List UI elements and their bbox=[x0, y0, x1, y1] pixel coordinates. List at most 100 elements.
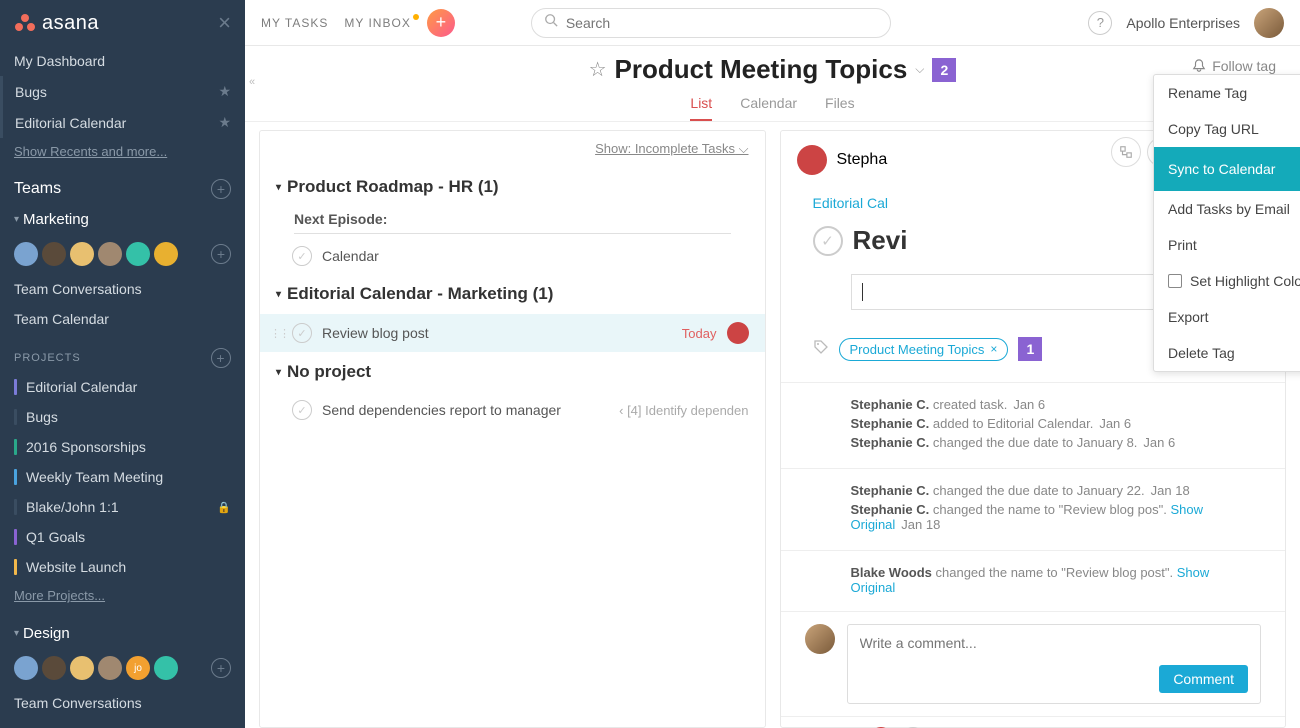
sidebar-project-item[interactable]: Editorial Calendar bbox=[0, 372, 245, 402]
project-color-bar bbox=[14, 469, 17, 485]
avatar[interactable] bbox=[126, 242, 150, 266]
tab-list[interactable]: List bbox=[690, 95, 712, 121]
page-header: ☆ Product Meeting Topics ⌵ 2 Follow tag … bbox=[245, 46, 1300, 122]
sidebar-team-calendar[interactable]: Team Calendar bbox=[0, 304, 245, 334]
add-member-icon[interactable]: + bbox=[211, 244, 231, 264]
search-input[interactable] bbox=[566, 15, 878, 31]
sidebar-starred-bugs[interactable]: Bugs★ bbox=[0, 76, 245, 107]
add-project-icon[interactable]: + bbox=[211, 348, 231, 368]
user-avatar[interactable] bbox=[1254, 8, 1284, 38]
commenter-avatar bbox=[805, 624, 835, 654]
show-filter[interactable]: Show: Incomplete Tasks ⌵ bbox=[595, 141, 748, 157]
sidebar-close-icon[interactable]: × bbox=[218, 10, 231, 36]
dd-delete-tag[interactable]: Delete Tag bbox=[1154, 335, 1300, 371]
title-menu-caret-icon[interactable]: ⌵ bbox=[915, 62, 924, 77]
project-color-bar bbox=[14, 439, 17, 455]
complete-task-check-icon[interactable]: ✓ bbox=[813, 226, 843, 256]
sidebar-project-item[interactable]: Q1 Goals bbox=[0, 522, 245, 552]
sidebar-starred-editorial[interactable]: Editorial Calendar★ bbox=[0, 107, 245, 138]
workspace-selector[interactable]: Apollo Enterprises bbox=[1126, 15, 1240, 31]
task-activity: Blake Woods changed the name to "Review … bbox=[781, 550, 1286, 599]
lock-icon: 🔒 bbox=[217, 501, 231, 514]
task-check-icon[interactable]: ✓ bbox=[292, 323, 312, 343]
dd-rename-tag[interactable]: Rename Tag bbox=[1154, 75, 1300, 111]
tab-files[interactable]: Files bbox=[825, 95, 855, 121]
dd-print[interactable]: Print bbox=[1154, 227, 1300, 263]
project-color-bar bbox=[14, 529, 17, 545]
favorite-star-icon[interactable]: ☆ bbox=[589, 57, 607, 82]
sidebar-project-item[interactable]: Weekly Team Meeting bbox=[0, 462, 245, 492]
task-row[interactable]: ✓ Calendar bbox=[260, 238, 765, 274]
sidebar-team-conversations[interactable]: Team Conversations bbox=[0, 274, 245, 304]
follow-tag-button[interactable]: Follow tag bbox=[1192, 58, 1276, 74]
drag-handle-icon[interactable]: ⋮⋮ bbox=[270, 327, 282, 340]
task-title[interactable]: Revi bbox=[853, 225, 908, 256]
team-marketing-avatars: + bbox=[0, 234, 245, 274]
dd-export[interactable]: Export› bbox=[1154, 299, 1300, 335]
avatar[interactable] bbox=[14, 656, 38, 680]
project-color-bar bbox=[14, 379, 17, 395]
tag-chip[interactable]: Product Meeting Topics× bbox=[839, 338, 1009, 361]
asana-logo[interactable]: asana bbox=[14, 12, 99, 35]
sidebar-my-dashboard[interactable]: My Dashboard bbox=[0, 46, 245, 76]
avatar[interactable] bbox=[42, 656, 66, 680]
dd-set-highlight-color[interactable]: Set Highlight Color› bbox=[1154, 263, 1300, 299]
tab-calendar[interactable]: Calendar bbox=[740, 95, 797, 121]
annotation-2: 2 bbox=[932, 58, 956, 82]
comment-button[interactable]: Comment bbox=[1159, 665, 1248, 693]
search-container bbox=[531, 8, 891, 38]
avatar[interactable] bbox=[154, 242, 178, 266]
team-design-avatars: jo + bbox=[0, 648, 245, 688]
help-icon[interactable]: ? bbox=[1088, 11, 1112, 35]
sidebar-team-conversations[interactable]: Team Conversations bbox=[0, 688, 245, 718]
sidebar-projects-header: PROJECTS + bbox=[0, 334, 245, 372]
comment-input[interactable] bbox=[860, 635, 1249, 655]
main: « MY TASKS MY INBOX + ? Apollo Enterpris… bbox=[245, 0, 1300, 728]
star-icon: ★ bbox=[218, 114, 231, 131]
add-member-icon[interactable]: + bbox=[211, 658, 231, 678]
remove-tag-icon[interactable]: × bbox=[990, 342, 997, 356]
sidebar-show-recents[interactable]: Show Recents and more... bbox=[0, 138, 245, 165]
sidebar-team-marketing[interactable]: ▾Marketing bbox=[0, 205, 245, 234]
task-project-link[interactable]: Editorial Cal bbox=[813, 195, 888, 211]
star-icon: ★ bbox=[218, 83, 231, 100]
sidebar-team-design[interactable]: ▾Design bbox=[0, 619, 245, 648]
section-no-project[interactable]: ▾No project bbox=[260, 352, 765, 392]
avatar[interactable] bbox=[98, 242, 122, 266]
dd-sync-to-calendar[interactable]: Sync to Calendar 3 bbox=[1154, 147, 1300, 191]
sidebar-project-item[interactable]: Website Launch bbox=[0, 552, 245, 582]
task-assignee-avatar[interactable] bbox=[727, 322, 749, 344]
dd-add-tasks-email[interactable]: Add Tasks by Email bbox=[1154, 191, 1300, 227]
assignee-avatar[interactable] bbox=[797, 145, 827, 175]
task-row-selected[interactable]: ⋮⋮ ✓ Review blog post Today bbox=[260, 314, 765, 352]
task-row[interactable]: ✓ Send dependencies report to manager ‹ … bbox=[260, 392, 765, 428]
task-list-pane: Show: Incomplete Tasks ⌵ ▾Product Roadma… bbox=[259, 130, 766, 728]
avatar[interactable] bbox=[70, 656, 94, 680]
topbar: MY TASKS MY INBOX + ? Apollo Enterprises bbox=[245, 0, 1300, 46]
topbar-my-inbox[interactable]: MY INBOX bbox=[344, 16, 410, 30]
project-color-bar bbox=[14, 559, 17, 575]
sidebar-more-projects[interactable]: More Projects... bbox=[0, 582, 245, 609]
sidebar-project-item[interactable]: Bugs bbox=[0, 402, 245, 432]
add-team-icon[interactable]: + bbox=[211, 179, 231, 199]
avatar[interactable] bbox=[42, 242, 66, 266]
avatar[interactable] bbox=[70, 242, 94, 266]
task-check-icon[interactable]: ✓ bbox=[292, 400, 312, 420]
section-editorial-calendar[interactable]: ▾Editorial Calendar - Marketing (1) bbox=[260, 274, 765, 314]
task-check-icon[interactable]: ✓ bbox=[292, 246, 312, 266]
sidebar-project-item[interactable]: 2016 Sponsorships bbox=[0, 432, 245, 462]
avatar[interactable] bbox=[98, 656, 122, 680]
topbar-my-tasks[interactable]: MY TASKS bbox=[261, 16, 328, 30]
assignee-name: Stepha bbox=[837, 151, 888, 169]
subtask-indicator: ‹ [4] Identify dependen bbox=[619, 403, 748, 418]
topbar-add-button[interactable]: + bbox=[427, 9, 455, 37]
avatar[interactable] bbox=[14, 242, 38, 266]
sidebar-project-item[interactable]: Blake/John 1:1🔒 bbox=[0, 492, 245, 522]
avatar[interactable]: jo bbox=[126, 656, 150, 680]
dd-copy-tag-url[interactable]: Copy Tag URL bbox=[1154, 111, 1300, 147]
tag-actions-dropdown: Rename Tag Copy Tag URL Sync to Calendar… bbox=[1153, 74, 1300, 372]
section-product-roadmap[interactable]: ▾Product Roadmap - HR (1) bbox=[260, 167, 765, 207]
subtask-icon[interactable] bbox=[1111, 137, 1141, 167]
tag-icon bbox=[813, 339, 829, 360]
avatar[interactable] bbox=[154, 656, 178, 680]
